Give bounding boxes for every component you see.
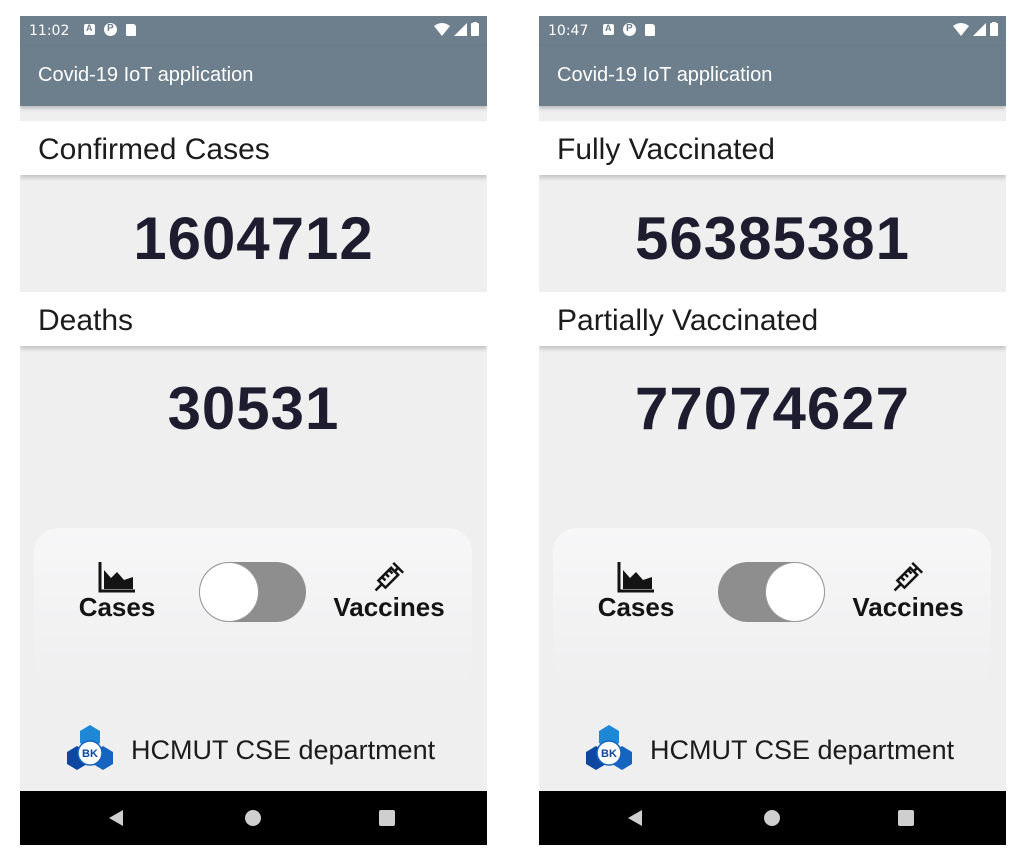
phone-screen-cases: 11:02 Covid-19 IoT application Confirmed…	[20, 16, 487, 845]
signal-icon	[973, 22, 986, 36]
hcmut-logo: BK	[586, 725, 632, 770]
stat-label-strip: Partially Vaccinated	[539, 292, 1006, 346]
vaccines-label: Vaccines	[333, 592, 445, 622]
confirmed-cases-value: 1604712	[133, 205, 374, 272]
hcmut-logo: BK	[67, 725, 113, 770]
back-icon[interactable]	[109, 810, 123, 826]
status-bar: 11:02	[20, 16, 487, 46]
vaccines-label: Vaccines	[852, 592, 964, 622]
notification-p-icon	[104, 23, 117, 36]
home-icon[interactable]	[764, 810, 780, 826]
mode-switch-card: Cases Vaccines	[34, 528, 472, 686]
vaccines-option[interactable]: Vaccines	[330, 560, 448, 623]
stat-label-strip: Confirmed Cases	[20, 121, 487, 175]
cases-option[interactable]: Cases	[595, 560, 677, 623]
navigation-bar	[20, 791, 487, 845]
deaths-value: 30531	[167, 375, 340, 442]
recents-icon[interactable]	[379, 810, 395, 826]
department-text: HCMUT CSE department	[131, 734, 436, 765]
toggle-knob	[766, 563, 824, 621]
app-bar: Covid-19 IoT application	[20, 46, 487, 106]
partially-vaccinated-label: Partially Vaccinated	[557, 304, 819, 337]
phone-screen-vaccines: 10:47 Covid-19 IoT application Fully Vac…	[539, 16, 1006, 845]
cases-label: Cases	[597, 592, 675, 622]
notification-p-icon	[623, 23, 636, 36]
battery-icon	[990, 22, 998, 36]
department-text: HCMUT CSE department	[650, 734, 955, 765]
status-time: 11:02	[29, 23, 70, 39]
notification-icons	[84, 23, 136, 36]
wifi-icon	[434, 22, 450, 36]
notification-icons	[603, 23, 655, 36]
app-bar: Covid-19 IoT application	[539, 46, 1006, 106]
notification-app-icon	[84, 23, 95, 35]
syringe-icon	[893, 561, 924, 592]
fully-vaccinated-label: Fully Vaccinated	[557, 133, 775, 166]
system-status-icons	[434, 22, 479, 36]
cases-label: Cases	[78, 592, 156, 622]
footer: BK HCMUT CSE department	[583, 722, 954, 778]
system-status-icons	[953, 22, 998, 36]
cases-option[interactable]: Cases	[76, 560, 158, 623]
fully-vaccinated-value: 56385381	[635, 205, 910, 272]
status-bar: 10:47	[539, 16, 1006, 46]
home-icon[interactable]	[245, 810, 261, 826]
stat-label-strip: Fully Vaccinated	[539, 121, 1006, 175]
syringe-icon	[374, 561, 405, 592]
mode-switch-card: Cases Vaccines	[553, 528, 991, 686]
vaccines-option[interactable]: Vaccines	[849, 560, 967, 623]
partially-vaccinated-value: 77074627	[635, 375, 910, 442]
battery-icon	[471, 22, 479, 36]
recents-icon[interactable]	[898, 810, 914, 826]
area-chart-icon	[98, 562, 135, 593]
signal-icon	[454, 22, 467, 36]
confirmed-cases-label: Confirmed Cases	[38, 133, 270, 166]
logo-text: BK	[601, 748, 617, 760]
stat-label-strip: Deaths	[20, 292, 487, 346]
back-icon[interactable]	[628, 810, 642, 826]
toggle-knob	[200, 563, 258, 621]
sd-card-icon	[645, 23, 655, 36]
notification-app-icon	[603, 23, 614, 35]
cases-vaccines-toggle[interactable]	[718, 562, 825, 622]
app-title: Covid-19 IoT application	[38, 64, 254, 86]
cases-vaccines-toggle[interactable]	[199, 562, 306, 622]
footer: BK HCMUT CSE department	[64, 722, 435, 778]
app-title: Covid-19 IoT application	[557, 64, 773, 86]
logo-text: BK	[82, 748, 98, 760]
wifi-icon	[953, 22, 969, 36]
status-time: 10:47	[548, 23, 589, 39]
deaths-label: Deaths	[38, 304, 134, 337]
navigation-bar	[539, 791, 1006, 845]
area-chart-icon	[617, 562, 654, 593]
sd-card-icon	[126, 23, 136, 36]
